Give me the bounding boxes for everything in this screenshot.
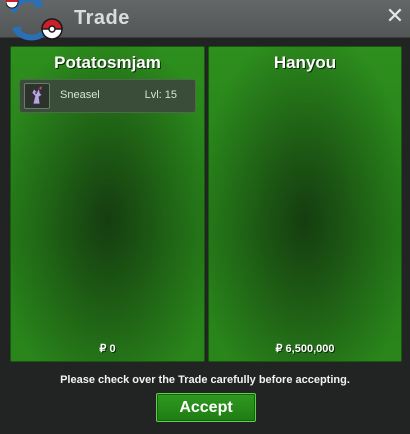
my-offer-panel: Potatosmjam Sneasel Lvl: 15 ₽ 0 <box>10 46 205 362</box>
trade-item-slot[interactable]: Sneasel Lvl: 15 <box>19 79 196 113</box>
their-offer-panel: Hanyou ₽ 6,500,000 <box>208 46 402 362</box>
accept-button[interactable]: Accept <box>156 393 256 422</box>
close-icon[interactable]: ✕ <box>384 6 406 28</box>
money-left: ₽ 0 <box>99 343 116 355</box>
trade-notice: Please check over the Trade carefully be… <box>60 374 350 386</box>
money-right: ₽ 6,500,000 <box>275 343 335 355</box>
trade-window: Trade ✕ Potatosmjam Sneasel Lvl: 15 ₽ 0 … <box>0 0 410 434</box>
title-bar[interactable]: Trade ✕ <box>0 0 410 41</box>
sneasel-icon <box>24 83 50 109</box>
player-name-right: Hanyou <box>273 53 337 72</box>
window-title: Trade <box>74 7 130 29</box>
player-name-left: Potatosmjam <box>54 53 161 72</box>
trade-logo-icon <box>6 0 63 41</box>
item-level: Lvl: 15 <box>144 89 177 101</box>
item-name: Sneasel <box>60 89 100 101</box>
